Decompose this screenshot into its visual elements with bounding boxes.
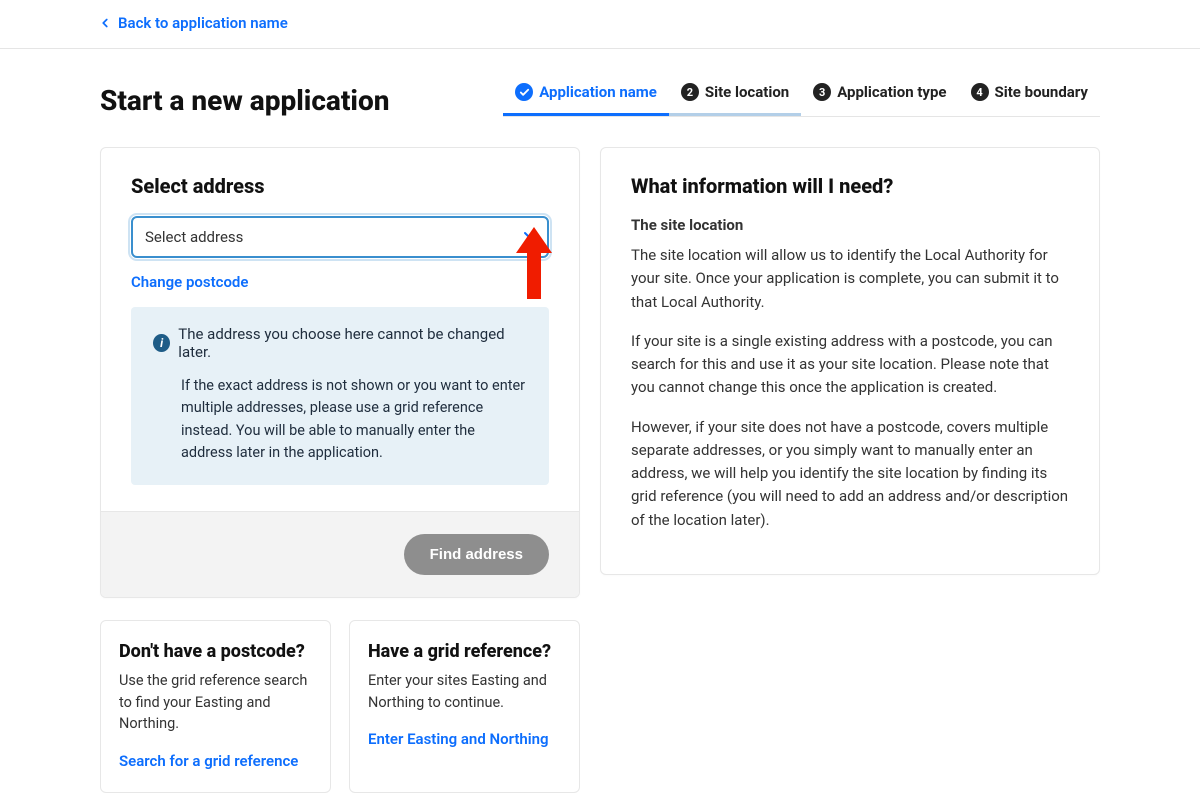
change-postcode-link[interactable]: Change postcode (131, 273, 248, 291)
step-application-name[interactable]: Application name (503, 73, 669, 116)
step-label: Application name (539, 83, 657, 101)
step-number-icon: 3 (813, 83, 831, 101)
info-icon: i (153, 334, 170, 352)
step-label: Application type (837, 83, 946, 101)
stepper: Application name 2 Site location 3 Appli… (503, 73, 1100, 117)
info-panel-paragraph: However, if your site does not have a po… (631, 416, 1069, 532)
step-number-icon: 4 (971, 83, 989, 101)
step-label: Site boundary (995, 83, 1088, 101)
step-application-type[interactable]: 3 Application type (801, 73, 958, 116)
step-label: Site location (705, 83, 789, 101)
card-footer: Find address (101, 511, 579, 597)
info-panel: What information will I need? The site l… (600, 147, 1100, 575)
sub-card-body: Enter your sites Easting and Northing to… (368, 670, 561, 714)
step-site-boundary[interactable]: 4 Site boundary (959, 73, 1100, 116)
sub-card-title: Have a grid reference? (368, 641, 561, 662)
topbar: Back to application name (0, 10, 1200, 49)
grid-reference-card: Have a grid reference? Enter your sites … (349, 620, 580, 793)
sub-card-title: Don't have a postcode? (119, 641, 312, 662)
info-body: If the exact address is not shown or you… (153, 375, 527, 465)
chevron-down-icon (521, 227, 537, 247)
info-panel-subhead: The site location (631, 216, 1069, 234)
no-postcode-card: Don't have a postcode? Use the grid refe… (100, 620, 331, 793)
info-panel-paragraph: The site location will allow us to ident… (631, 244, 1069, 314)
select-placeholder: Select address (145, 228, 243, 246)
step-site-location[interactable]: 2 Site location (669, 73, 801, 116)
address-select[interactable]: Select address (131, 216, 549, 258)
info-panel-paragraph: If your site is a single existing addres… (631, 330, 1069, 400)
info-box: i The address you choose here cannot be … (131, 307, 549, 485)
search-grid-reference-link[interactable]: Search for a grid reference (119, 752, 298, 770)
find-address-button[interactable]: Find address (404, 534, 549, 575)
back-label: Back to application name (118, 14, 288, 32)
info-title-row: i The address you choose here cannot be … (153, 325, 527, 361)
chevron-left-icon (98, 16, 112, 30)
select-address-card: Select address Select address Change pos… (100, 147, 580, 598)
info-title: The address you choose here cannot be ch… (178, 325, 527, 361)
step-number-icon: 2 (681, 83, 699, 101)
card-title: Select address (131, 174, 549, 198)
back-link[interactable]: Back to application name (98, 14, 288, 32)
page-title: Start a new application (100, 84, 390, 117)
check-icon (515, 83, 533, 101)
info-panel-title: What information will I need? (631, 174, 1069, 198)
sub-card-body: Use the grid reference search to find yo… (119, 670, 312, 735)
enter-easting-northing-link[interactable]: Enter Easting and Northing (368, 730, 549, 748)
